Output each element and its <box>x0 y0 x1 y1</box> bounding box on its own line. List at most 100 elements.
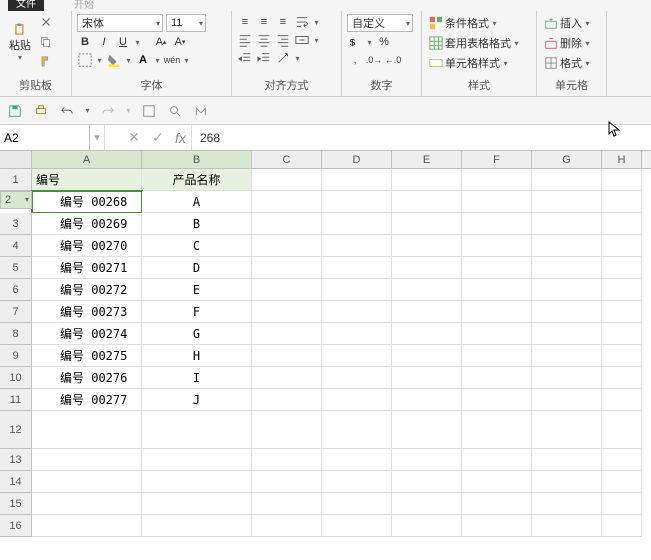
cell[interactable] <box>392 345 462 367</box>
number-format-select[interactable]: 自定义 <box>347 14 413 32</box>
fx-icon[interactable]: fx <box>170 125 192 150</box>
cell[interactable]: 编号 00268 <box>32 191 142 213</box>
cell[interactable] <box>392 367 462 389</box>
cell[interactable] <box>322 257 392 279</box>
cell[interactable] <box>532 323 602 345</box>
name-box-input[interactable] <box>4 131 85 145</box>
print-preview-icon[interactable] <box>32 102 50 120</box>
cell[interactable] <box>252 323 322 345</box>
row-header[interactable]: 7 <box>0 301 32 323</box>
cell[interactable] <box>602 389 642 411</box>
cell[interactable] <box>142 471 252 493</box>
paste-button[interactable]: 粘贴 ▾ <box>5 22 35 62</box>
redo-icon[interactable] <box>99 102 117 120</box>
fill-dd[interactable]: ▾ <box>125 56 132 65</box>
col-header-F[interactable]: F <box>462 151 532 168</box>
cell[interactable] <box>252 301 322 323</box>
wrap-text-icon[interactable] <box>294 14 310 30</box>
cell[interactable] <box>602 411 642 449</box>
col-header-A[interactable]: A <box>32 151 142 168</box>
cell[interactable] <box>392 235 462 257</box>
cell[interactable] <box>32 449 142 471</box>
shrink-font-icon[interactable]: A▾ <box>172 34 188 50</box>
cell[interactable] <box>252 191 322 213</box>
cell[interactable] <box>322 235 392 257</box>
cell[interactable] <box>462 411 532 449</box>
cell[interactable] <box>322 213 392 235</box>
cell[interactable] <box>252 411 322 449</box>
cell[interactable] <box>322 323 392 345</box>
underline-button[interactable]: U <box>115 34 131 50</box>
tab-home[interactable]: 开始 <box>74 0 94 11</box>
bold-button[interactable]: B <box>77 34 93 50</box>
curr-dd[interactable]: ▾ <box>366 38 373 47</box>
cell[interactable] <box>392 191 462 213</box>
cell[interactable] <box>252 279 322 301</box>
orient-dd[interactable]: ▾ <box>294 54 301 63</box>
cell[interactable] <box>532 449 602 471</box>
cell[interactable] <box>322 301 392 323</box>
cell[interactable]: 产品名称 <box>142 169 252 191</box>
cell[interactable]: C <box>142 235 252 257</box>
cell[interactable] <box>322 191 392 213</box>
cell[interactable] <box>322 345 392 367</box>
font-name-select[interactable]: 宋体 <box>77 14 163 32</box>
cell[interactable] <box>602 367 642 389</box>
cell[interactable] <box>532 169 602 191</box>
merge-dd[interactable]: ▾ <box>313 36 320 45</box>
align-right-icon[interactable] <box>275 32 291 48</box>
col-header-B[interactable]: B <box>142 151 252 168</box>
name-box[interactable] <box>0 125 90 150</box>
row-header[interactable]: 3 <box>0 213 32 235</box>
col-header-G[interactable]: G <box>532 151 602 168</box>
border-dd[interactable]: ▾ <box>96 56 103 65</box>
row-header[interactable]: 16 <box>0 515 32 537</box>
cell[interactable] <box>462 235 532 257</box>
row-header[interactable]: 13 <box>0 449 32 471</box>
cell[interactable]: 编号 00270 <box>32 235 142 257</box>
cell[interactable] <box>322 367 392 389</box>
cell[interactable] <box>32 493 142 515</box>
cell[interactable] <box>252 257 322 279</box>
cell[interactable] <box>462 257 532 279</box>
row-header[interactable]: 11 <box>0 389 32 411</box>
cell[interactable]: 编号 00276 <box>32 367 142 389</box>
cell[interactable]: E <box>142 279 252 301</box>
cell[interactable] <box>602 191 642 213</box>
qat-find-icon[interactable] <box>166 102 184 120</box>
undo-icon[interactable] <box>58 102 76 120</box>
cell[interactable] <box>602 213 642 235</box>
cell[interactable] <box>32 515 142 537</box>
col-header-E[interactable]: E <box>392 151 462 168</box>
paste-dropdown-icon[interactable]: ▾ <box>17 53 24 62</box>
cell[interactable] <box>392 213 462 235</box>
conditional-format-button[interactable]: 条件格式▾ <box>427 14 531 32</box>
redo-dd[interactable]: ▾ <box>125 106 132 115</box>
row-header[interactable]: 8 <box>0 323 32 345</box>
cell[interactable] <box>532 235 602 257</box>
cell[interactable] <box>462 191 532 213</box>
align-middle-icon[interactable]: ≡ <box>256 14 272 30</box>
col-header-D[interactable]: D <box>322 151 392 168</box>
cell[interactable] <box>462 213 532 235</box>
cell[interactable] <box>392 471 462 493</box>
cell[interactable] <box>462 471 532 493</box>
cell[interactable] <box>602 345 642 367</box>
cell[interactable] <box>462 169 532 191</box>
format-painter-icon[interactable] <box>38 54 54 70</box>
table-format-button[interactable]: 套用表格格式▾ <box>427 34 531 52</box>
cell[interactable] <box>252 213 322 235</box>
dec-dec-icon[interactable]: ←.0 <box>385 52 401 68</box>
cell-style-button[interactable]: 单元格样式▾ <box>427 54 531 72</box>
row-header[interactable]: 15 <box>0 493 32 515</box>
row-header[interactable]: 2 <box>0 191 32 209</box>
cell[interactable] <box>252 367 322 389</box>
copy-icon[interactable] <box>38 34 54 50</box>
cell[interactable]: 编号 00277 <box>32 389 142 411</box>
cell[interactable]: A <box>142 191 252 213</box>
cell[interactable] <box>532 493 602 515</box>
enter-icon[interactable]: ✓ <box>146 125 170 150</box>
cell[interactable] <box>252 515 322 537</box>
phonetic-icon[interactable]: wén <box>164 52 180 68</box>
cell[interactable] <box>322 411 392 449</box>
